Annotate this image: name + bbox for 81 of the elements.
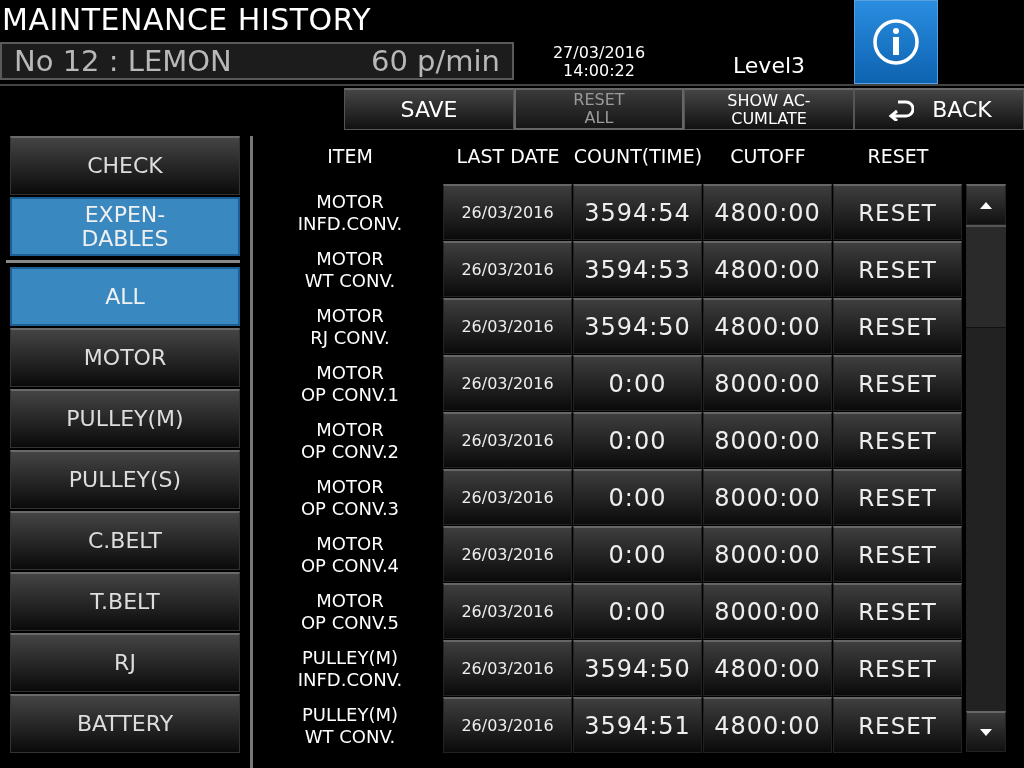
count-cell: 0:00 — [573, 355, 702, 411]
last-date-cell: 26/03/2016 — [443, 241, 572, 297]
count-cell: 0:00 — [573, 412, 702, 468]
date-text: 27/03/2016 — [552, 44, 646, 62]
column-header: LAST DATE — [455, 145, 561, 167]
cutoff-cell: 8000:00 — [703, 526, 832, 582]
item-name: PULLEY(M) WT CONV. — [301, 702, 399, 749]
filter-button[interactable]: C.BELT — [10, 511, 240, 570]
info-button[interactable] — [854, 0, 938, 84]
scroll-thumb[interactable] — [966, 225, 1006, 328]
last-date-cell: 26/03/2016 — [443, 583, 572, 639]
cutoff-cell: 8000:00 — [703, 412, 832, 468]
count-cell: 0:00 — [573, 526, 702, 582]
cutoff-cell: 4800:00 — [703, 697, 832, 753]
up-triangle-icon — [980, 201, 992, 209]
count-cell: 3594:50 — [573, 640, 702, 696]
count-cell: 3594:51 — [573, 697, 702, 753]
cutoff-cell: 4800:00 — [703, 241, 832, 297]
filter-button[interactable]: PULLEY(S) — [10, 450, 240, 509]
cutoff-cell: 8000:00 — [703, 355, 832, 411]
item-name: MOTOR OP CONV.4 — [299, 531, 401, 578]
last-date-cell: 26/03/2016 — [443, 697, 572, 753]
count-cell: 0:00 — [573, 469, 702, 525]
scrollbar[interactable] — [966, 184, 1006, 752]
last-date-cell: 26/03/2016 — [443, 355, 572, 411]
column-header: RESET — [866, 145, 930, 167]
count-cell: 3594:50 — [573, 298, 702, 354]
filter-button[interactable]: MOTOR — [10, 328, 240, 387]
item-name: MOTOR OP CONV.2 — [299, 417, 401, 464]
cutoff-cell: 4800:00 — [703, 184, 832, 240]
last-date-cell: 26/03/2016 — [443, 469, 572, 525]
cutoff-cell: 8000:00 — [703, 583, 832, 639]
item-name: PULLEY(M) INFD.CONV. — [296, 645, 404, 692]
last-date-cell: 26/03/2016 — [443, 184, 572, 240]
reset-button[interactable]: RESET — [833, 469, 962, 525]
reset-button[interactable]: RESET — [833, 697, 962, 753]
reset-button[interactable]: RESET — [833, 241, 962, 297]
filter-button[interactable]: PULLEY(M) — [10, 389, 240, 448]
reset-button[interactable]: RESET — [833, 640, 962, 696]
reset-button[interactable]: RESET — [833, 184, 962, 240]
column-header: ITEM — [326, 145, 374, 167]
scroll-up-button[interactable] — [966, 184, 1006, 225]
reset-button[interactable]: RESET — [833, 583, 962, 639]
count-cell: 0:00 — [573, 583, 702, 639]
item-name: MOTOR OP CONV.1 — [299, 360, 401, 407]
scroll-down-button[interactable] — [966, 711, 1006, 752]
user-level: Level3 — [731, 52, 807, 80]
filter-button[interactable]: RJ — [10, 633, 240, 692]
filter-button[interactable]: T.BELT — [10, 572, 240, 631]
product-name: No 12 : LEMON — [14, 44, 232, 78]
return-arrow-icon — [886, 98, 915, 121]
last-date-cell: 26/03/2016 — [443, 526, 572, 582]
item-name: MOTOR WT CONV. — [303, 246, 397, 293]
reset-button[interactable]: RESET — [833, 355, 962, 411]
cutoff-cell: 4800:00 — [703, 298, 832, 354]
item-name: MOTOR INFD.CONV. — [296, 189, 404, 236]
product-speed: 60 p/min — [371, 44, 500, 78]
cutoff-cell: 4800:00 — [703, 640, 832, 696]
info-icon — [872, 18, 920, 66]
count-cell: 3594:54 — [573, 184, 702, 240]
down-triangle-icon — [980, 728, 992, 736]
reset-button[interactable]: RESET — [833, 526, 962, 582]
toolbar-button[interactable]: SHOW AC- CUMLATE — [684, 88, 854, 130]
reset-button[interactable]: RESET — [833, 298, 962, 354]
cutoff-cell: 8000:00 — [703, 469, 832, 525]
column-header: COUNT(TIME) — [573, 145, 703, 167]
last-date-cell: 26/03/2016 — [443, 640, 572, 696]
screen-title: MAINTENANCE HISTORY — [1, 1, 372, 39]
last-date-cell: 26/03/2016 — [443, 298, 572, 354]
last-date-cell: 26/03/2016 — [443, 412, 572, 468]
item-name: MOTOR OP CONV.3 — [299, 474, 401, 521]
item-name: MOTOR OP CONV.5 — [299, 588, 401, 635]
back-button[interactable]: BACK — [854, 88, 1024, 130]
time-text: 14:00:22 — [563, 62, 635, 80]
filter-button[interactable]: BATTERY — [10, 694, 240, 753]
toolbar-button[interactable]: SAVE — [344, 88, 514, 130]
item-name: MOTOR RJ CONV. — [309, 303, 391, 350]
column-header: CUTOFF — [729, 145, 807, 167]
count-cell: 3594:53 — [573, 241, 702, 297]
category-button[interactable]: CHECK — [10, 136, 240, 195]
reset-button[interactable]: RESET — [833, 412, 962, 468]
